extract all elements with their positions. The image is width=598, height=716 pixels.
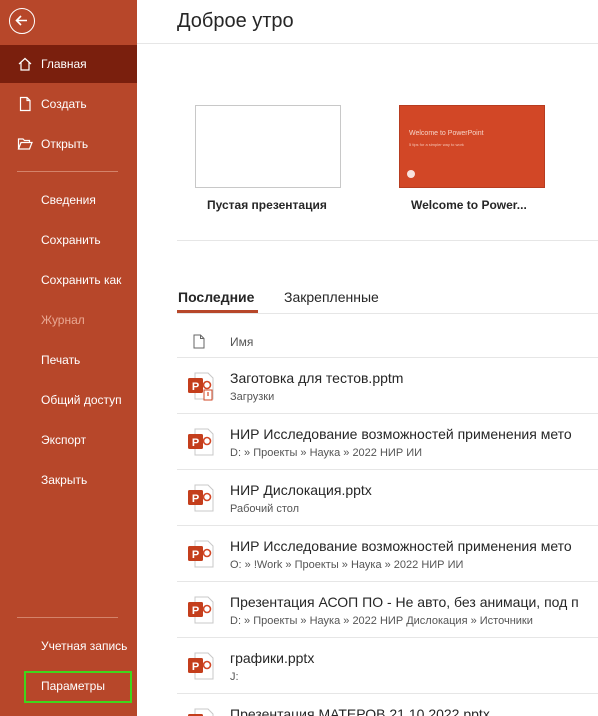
file-name: НИР Дислокация.pptx — [230, 482, 372, 498]
template-blank-label[interactable]: Пустая презентация — [207, 198, 327, 212]
new-file-icon — [17, 96, 33, 112]
file-path: D: » Проекты » Наука » 2022 НИР Дислокац… — [230, 615, 533, 627]
nav-close[interactable]: Закрыть — [0, 461, 137, 499]
file-row[interactable]: P Заготовка для тестов.pptm Загрузки — [177, 357, 598, 413]
section-divider — [177, 240, 598, 241]
powerpoint-file-icon: P — [187, 483, 215, 513]
nav-print[interactable]: Печать — [0, 341, 137, 379]
svg-text:P: P — [192, 493, 199, 505]
nav-history-label: Журнал — [41, 313, 85, 327]
powerpoint-logo-icon — [407, 170, 415, 178]
file-name: графики.pptx — [230, 650, 315, 666]
nav-export[interactable]: Экспорт — [0, 421, 137, 459]
file-row[interactable]: P НИР Исследование возможностей применен… — [177, 525, 598, 581]
nav-home[interactable]: Главная — [0, 45, 137, 83]
file-name: НИР Исследование возможностей применения… — [230, 538, 572, 554]
column-name-header[interactable]: Имя — [230, 335, 253, 349]
file-path: O: » !Work » Проекты » Наука » 2022 НИР … — [230, 559, 464, 571]
nav-new-label: Создать — [41, 97, 87, 111]
svg-text:P: P — [192, 549, 199, 561]
svg-text:P: P — [192, 437, 199, 449]
powerpoint-file-icon: P — [187, 371, 215, 401]
file-row[interactable]: P НИР Исследование возможностей применен… — [177, 413, 598, 469]
nav-export-label: Экспорт — [41, 433, 87, 447]
file-row[interactable]: P Презентация АСОП ПО - Не авто, без ани… — [177, 581, 598, 637]
powerpoint-file-icon: P — [187, 651, 215, 681]
svg-text:P: P — [192, 605, 199, 617]
nav-save[interactable]: Сохранить — [0, 221, 137, 259]
file-name: Заготовка для тестов.pptm — [230, 370, 404, 386]
file-name: Презентация МАТЕРОВ 21.10.2022.pptx — [230, 706, 490, 716]
file-list-header: Имя — [177, 326, 598, 356]
nav-share[interactable]: Общий доступ — [0, 381, 137, 419]
template-welcome-label[interactable]: Welcome to Power... — [411, 198, 527, 212]
back-button[interactable] — [9, 8, 35, 34]
file-row[interactable]: P Презентация МАТЕРОВ 21.10.2022.pptx — [177, 693, 598, 716]
file-row[interactable]: P графики.pptx J: — [177, 637, 598, 693]
file-row[interactable]: P НИР Дислокация.pptx Рабочий стол — [177, 469, 598, 525]
svg-text:P: P — [192, 381, 199, 393]
nav-open[interactable]: Открыть — [0, 125, 137, 163]
nav-history: Журнал — [0, 301, 137, 339]
powerpoint-file-icon: P — [187, 539, 215, 569]
nav-close-label: Закрыть — [41, 473, 88, 487]
powerpoint-file-icon: P — [187, 707, 215, 716]
welcome-thumb-subtitle: 5 tips for a simpler way to work — [409, 142, 464, 147]
nav-new[interactable]: Создать — [0, 85, 137, 123]
file-path: Рабочий стол — [230, 503, 300, 515]
sidebar-divider — [17, 171, 118, 172]
back-arrow-icon — [15, 15, 27, 26]
nav-open-label: Открыть — [41, 137, 89, 151]
folder-open-icon — [17, 136, 33, 152]
powerpoint-file-icon: P — [187, 595, 215, 625]
page-title: Доброе утро — [177, 10, 294, 32]
file-type-icon — [193, 334, 205, 354]
home-icon — [17, 56, 33, 72]
file-path: Загрузки — [230, 391, 275, 403]
nav-account-label: Учетная запись — [41, 639, 128, 653]
welcome-thumb-title: Welcome to PowerPoint — [409, 130, 484, 137]
powerpoint-file-icon: P — [187, 427, 215, 457]
template-blank-thumbnail[interactable] — [195, 105, 341, 188]
template-welcome-thumbnail[interactable]: Welcome to PowerPoint 5 tips for a simpl… — [399, 105, 545, 188]
header-divider — [137, 43, 598, 44]
backstage-sidebar: Главная Создать Открыть Сведения Сохрани… — [0, 0, 137, 716]
nav-share-label: Общий доступ — [41, 393, 122, 407]
nav-save-label: Сохранить — [41, 233, 101, 247]
file-name: НИР Исследование возможностей применения… — [230, 426, 572, 442]
tabs-divider — [177, 313, 598, 314]
file-path: D: » Проекты » Наука » 2022 НИР ИИ — [230, 447, 423, 459]
nav-save-as-label: Сохранить как — [41, 273, 122, 287]
sidebar-divider — [17, 617, 118, 618]
tab-recent[interactable]: Последние — [178, 289, 254, 305]
file-name: Презентация АСОП ПО - Не авто, без анима… — [230, 594, 579, 610]
svg-text:P: P — [192, 661, 199, 673]
nav-home-label: Главная — [41, 57, 87, 71]
nav-account[interactable]: Учетная запись — [0, 627, 137, 665]
nav-info[interactable]: Сведения — [0, 181, 137, 219]
file-path: J: — [230, 671, 239, 683]
nav-save-as[interactable]: Сохранить как — [0, 261, 137, 299]
tab-pinned[interactable]: Закрепленные — [284, 289, 379, 305]
nav-print-label: Печать — [41, 353, 81, 367]
nav-info-label: Сведения — [41, 193, 96, 207]
options-highlight-box — [24, 671, 132, 703]
